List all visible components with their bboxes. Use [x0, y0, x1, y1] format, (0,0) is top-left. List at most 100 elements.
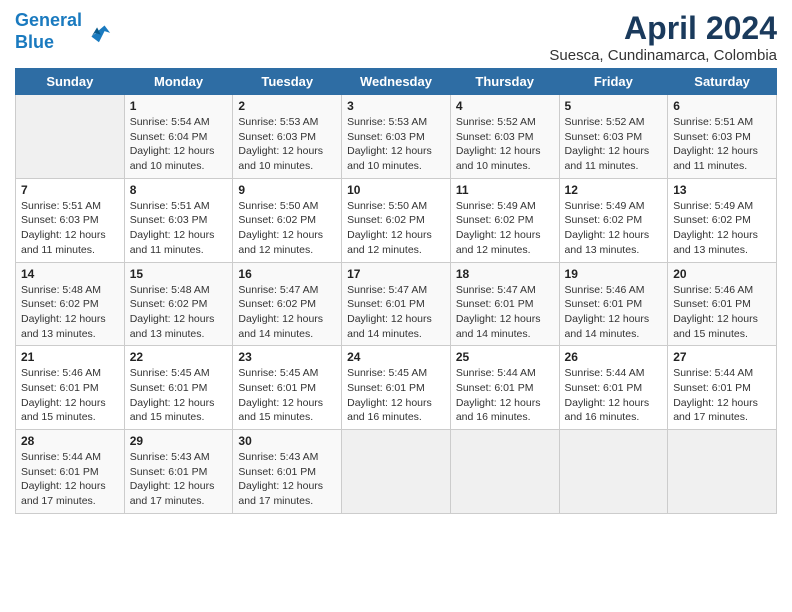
calendar-cell: 26 Sunrise: 5:44 AMSunset: 6:01 PMDayligh…	[559, 346, 668, 430]
calendar-cell	[559, 430, 668, 514]
day-number: 26	[565, 350, 663, 364]
calendar-cell: 17 Sunrise: 5:47 AMSunset: 6:01 PMDayligh…	[342, 262, 451, 346]
day-number: 12	[565, 183, 663, 197]
day-number: 20	[673, 267, 771, 281]
day-number: 18	[456, 267, 554, 281]
day-number: 1	[130, 99, 228, 113]
calendar-cell: 15 Sunrise: 5:48 AMSunset: 6:02 PMDayligh…	[124, 262, 233, 346]
day-info: Sunrise: 5:52 AMSunset: 6:03 PMDaylight:…	[456, 115, 554, 174]
day-info: Sunrise: 5:51 AMSunset: 6:03 PMDaylight:…	[21, 199, 119, 258]
calendar-cell: 21Sunrise: 5:46 AMSunset: 6:01 PMDayligh…	[16, 346, 125, 430]
calendar-header-friday: Friday	[559, 69, 668, 95]
page-container: GeneralBlue April 2024 Suesca, Cundinama…	[0, 0, 792, 524]
day-info: Sunrise: 5:43 AMSunset: 6:01 PMDaylight:…	[238, 450, 336, 509]
day-info: Sunrise: 5:49 AMSunset: 6:02 PMDaylight:…	[565, 199, 663, 258]
calendar-cell: 20Sunrise: 5:46 AMSunset: 6:01 PMDayligh…	[668, 262, 777, 346]
day-number: 8	[130, 183, 228, 197]
calendar-cell: 8 Sunrise: 5:51 AMSunset: 6:03 PMDaylight…	[124, 178, 233, 262]
calendar-cell: 14 Sunrise: 5:48 AMSunset: 6:02 PMDayligh…	[16, 262, 125, 346]
calendar-cell: 29 Sunrise: 5:43 AMSunset: 6:01 PMDayligh…	[124, 430, 233, 514]
day-info: Sunrise: 5:47 AMSunset: 6:02 PMDaylight:…	[238, 283, 336, 342]
day-info: Sunrise: 5:50 AMSunset: 6:02 PMDaylight:…	[347, 199, 445, 258]
calendar-week-row: 21Sunrise: 5:46 AMSunset: 6:01 PMDayligh…	[16, 346, 777, 430]
logo-text: GeneralBlue	[15, 10, 82, 53]
day-number: 21	[21, 350, 119, 364]
day-info: Sunrise: 5:52 AMSunset: 6:03 PMDaylight:…	[565, 115, 663, 174]
day-info: Sunrise: 5:43 AMSunset: 6:01 PMDaylight:…	[130, 450, 228, 509]
calendar-cell: 11 Sunrise: 5:49 AMSunset: 6:02 PMDayligh…	[450, 178, 559, 262]
day-info: Sunrise: 5:44 AMSunset: 6:01 PMDaylight:…	[673, 366, 771, 425]
day-number: 11	[456, 183, 554, 197]
calendar-cell: 12 Sunrise: 5:49 AMSunset: 6:02 PMDayligh…	[559, 178, 668, 262]
calendar-cell: 10Sunrise: 5:50 AMSunset: 6:02 PMDayligh…	[342, 178, 451, 262]
day-info: Sunrise: 5:48 AMSunset: 6:02 PMDaylight:…	[21, 283, 119, 342]
calendar-cell: 23 Sunrise: 5:45 AMSunset: 6:01 PMDayligh…	[233, 346, 342, 430]
calendar-cell: 30 Sunrise: 5:43 AMSunset: 6:01 PMDayligh…	[233, 430, 342, 514]
day-number: 4	[456, 99, 554, 113]
calendar-week-row: 14 Sunrise: 5:48 AMSunset: 6:02 PMDayligh…	[16, 262, 777, 346]
day-number: 16	[238, 267, 336, 281]
day-info: Sunrise: 5:53 AMSunset: 6:03 PMDaylight:…	[347, 115, 445, 174]
calendar-week-row: 28 Sunrise: 5:44 AMSunset: 6:01 PMDayligh…	[16, 430, 777, 514]
calendar-cell	[16, 95, 125, 179]
calendar-header-sunday: Sunday	[16, 69, 125, 95]
calendar-cell: 27 Sunrise: 5:44 AMSunset: 6:01 PMDayligh…	[668, 346, 777, 430]
day-info: Sunrise: 5:45 AMSunset: 6:01 PMDaylight:…	[238, 366, 336, 425]
calendar-cell: 28 Sunrise: 5:44 AMSunset: 6:01 PMDayligh…	[16, 430, 125, 514]
calendar-header-saturday: Saturday	[668, 69, 777, 95]
day-info: Sunrise: 5:45 AMSunset: 6:01 PMDaylight:…	[130, 366, 228, 425]
calendar-header-row: SundayMondayTuesdayWednesdayThursdayFrid…	[16, 69, 777, 95]
day-info: Sunrise: 5:48 AMSunset: 6:02 PMDaylight:…	[130, 283, 228, 342]
day-number: 29	[130, 434, 228, 448]
day-number: 22	[130, 350, 228, 364]
calendar-cell: 3 Sunrise: 5:53 AMSunset: 6:03 PMDaylight…	[342, 95, 451, 179]
day-info: Sunrise: 5:50 AMSunset: 6:02 PMDaylight:…	[238, 199, 336, 258]
day-info: Sunrise: 5:44 AMSunset: 6:01 PMDaylight:…	[21, 450, 119, 509]
day-number: 2	[238, 99, 336, 113]
day-info: Sunrise: 5:49 AMSunset: 6:02 PMDaylight:…	[456, 199, 554, 258]
calendar-cell	[450, 430, 559, 514]
calendar-cell: 4 Sunrise: 5:52 AMSunset: 6:03 PMDaylight…	[450, 95, 559, 179]
calendar-header-monday: Monday	[124, 69, 233, 95]
logo-icon	[84, 18, 112, 46]
calendar-cell: 7 Sunrise: 5:51 AMSunset: 6:03 PMDaylight…	[16, 178, 125, 262]
calendar-cell	[342, 430, 451, 514]
day-number: 13	[673, 183, 771, 197]
day-number: 17	[347, 267, 445, 281]
main-title: April 2024	[549, 10, 777, 47]
calendar-week-row: 7 Sunrise: 5:51 AMSunset: 6:03 PMDaylight…	[16, 178, 777, 262]
calendar-cell: 16 Sunrise: 5:47 AMSunset: 6:02 PMDayligh…	[233, 262, 342, 346]
calendar-header-tuesday: Tuesday	[233, 69, 342, 95]
day-info: Sunrise: 5:44 AMSunset: 6:01 PMDaylight:…	[456, 366, 554, 425]
calendar-cell: 9Sunrise: 5:50 AMSunset: 6:02 PMDaylight…	[233, 178, 342, 262]
day-number: 7	[21, 183, 119, 197]
title-block: April 2024 Suesca, Cundinamarca, Colombi…	[549, 10, 777, 64]
subtitle: Suesca, Cundinamarca, Colombia	[549, 47, 777, 64]
logo: GeneralBlue	[15, 10, 112, 53]
calendar-cell: 22 Sunrise: 5:45 AMSunset: 6:01 PMDayligh…	[124, 346, 233, 430]
day-info: Sunrise: 5:47 AMSunset: 6:01 PMDaylight:…	[347, 283, 445, 342]
day-info: Sunrise: 5:49 AMSunset: 6:02 PMDaylight:…	[673, 199, 771, 258]
day-number: 3	[347, 99, 445, 113]
day-info: Sunrise: 5:44 AMSunset: 6:01 PMDaylight:…	[565, 366, 663, 425]
day-number: 28	[21, 434, 119, 448]
day-number: 6	[673, 99, 771, 113]
calendar-cell: 19Sunrise: 5:46 AMSunset: 6:01 PMDayligh…	[559, 262, 668, 346]
day-number: 14	[21, 267, 119, 281]
calendar-header-wednesday: Wednesday	[342, 69, 451, 95]
calendar-cell: 25 Sunrise: 5:44 AMSunset: 6:01 PMDayligh…	[450, 346, 559, 430]
day-number: 27	[673, 350, 771, 364]
calendar-cell: 1Sunrise: 5:54 AMSunset: 6:04 PMDaylight…	[124, 95, 233, 179]
day-info: Sunrise: 5:45 AMSunset: 6:01 PMDaylight:…	[347, 366, 445, 425]
calendar-cell: 5Sunrise: 5:52 AMSunset: 6:03 PMDaylight…	[559, 95, 668, 179]
calendar-cell: 2Sunrise: 5:53 AMSunset: 6:03 PMDaylight…	[233, 95, 342, 179]
day-info: Sunrise: 5:51 AMSunset: 6:03 PMDaylight:…	[130, 199, 228, 258]
calendar-cell: 6 Sunrise: 5:51 AMSunset: 6:03 PMDaylight…	[668, 95, 777, 179]
day-number: 15	[130, 267, 228, 281]
day-info: Sunrise: 5:51 AMSunset: 6:03 PMDaylight:…	[673, 115, 771, 174]
calendar-cell	[668, 430, 777, 514]
day-number: 23	[238, 350, 336, 364]
day-number: 25	[456, 350, 554, 364]
calendar-cell: 18Sunrise: 5:47 AMSunset: 6:01 PMDayligh…	[450, 262, 559, 346]
day-number: 30	[238, 434, 336, 448]
